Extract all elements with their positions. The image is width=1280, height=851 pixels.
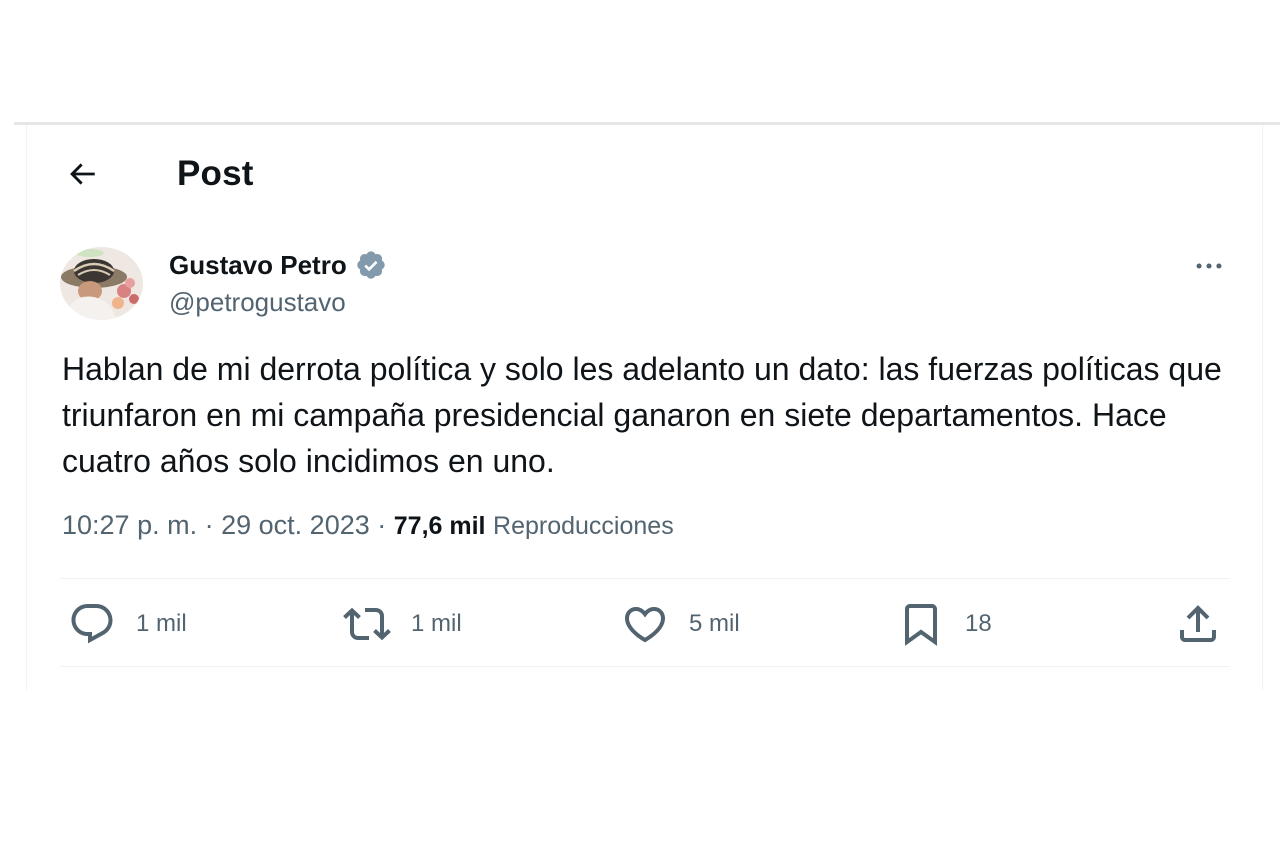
views-label: Reproducciones (493, 512, 674, 540)
author-block: Gustavo Petro @petrogustavo (169, 247, 389, 318)
actions-top-divider (60, 578, 1230, 579)
bookmark-button[interactable]: 18 (897, 596, 992, 652)
author-handle[interactable]: @petrogustavo (169, 287, 389, 318)
tweet-date[interactable]: 29 oct. 2023 (221, 510, 370, 540)
heart-icon (624, 607, 666, 643)
more-options-button[interactable] (1186, 250, 1232, 282)
avatar-image (60, 247, 143, 320)
action-bar: 1 mil 1 mil 5 mil 18 (60, 596, 1230, 652)
actions-bottom-divider (60, 666, 1230, 667)
meta-separator: · (204, 510, 214, 540)
bookmark-icon (905, 604, 937, 646)
repost-count: 1 mil (411, 610, 462, 637)
avatar[interactable] (60, 247, 143, 320)
author-name-row: Gustavo Petro (169, 247, 389, 283)
like-button[interactable]: 5 mil (621, 596, 740, 652)
repost-button[interactable]: 1 mil (343, 596, 462, 652)
like-count: 5 mil (689, 610, 740, 637)
page-title: Post (177, 154, 254, 193)
share-button[interactable] (1174, 596, 1222, 652)
tweet-text: Hablan de mi derrota política y solo les… (62, 351, 1222, 479)
verified-badge-icon[interactable] (355, 248, 389, 282)
reply-button[interactable]: 1 mil (68, 596, 187, 652)
author-name[interactable]: Gustavo Petro (169, 250, 347, 281)
repost-icon (343, 607, 391, 641)
meta-separator: · (377, 510, 387, 540)
bookmark-count: 18 (965, 610, 992, 637)
more-horizontal-icon (1196, 263, 1222, 269)
views-count[interactable]: 77,6 mil (394, 512, 486, 540)
page-header: Post (62, 150, 254, 198)
share-icon (1180, 605, 1216, 642)
reply-icon (71, 604, 113, 644)
arrow-left-icon (70, 163, 95, 185)
reply-count: 1 mil (136, 610, 187, 637)
back-button[interactable] (62, 154, 102, 194)
tweet-meta: 10:27 p. m. · 29 oct. 2023 · 77,6 mil Re… (62, 510, 674, 541)
tweet-time[interactable]: 10:27 p. m. (62, 510, 197, 540)
